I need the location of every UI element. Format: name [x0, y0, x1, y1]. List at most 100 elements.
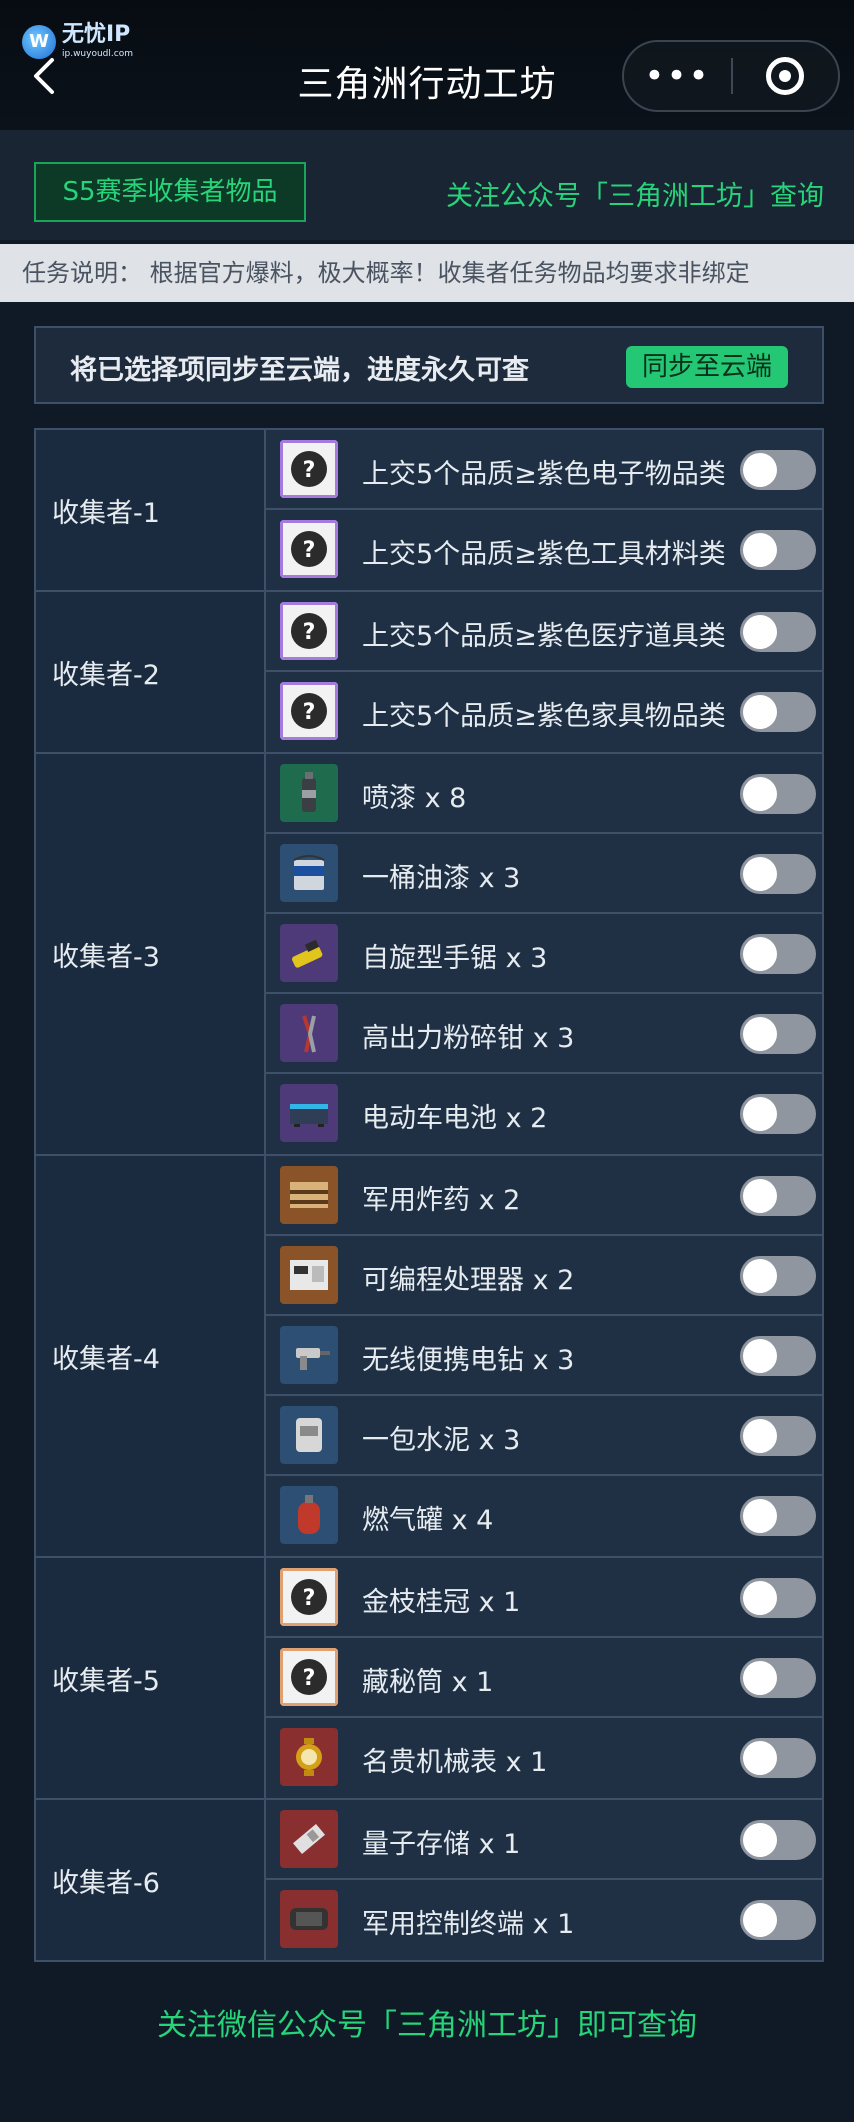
collector-group: 收集者-5 ? 金枝桂冠 x 1 ? 藏秘筒 x 1 名贵机械表 x 1: [36, 1558, 822, 1800]
item-toggle-switch[interactable]: [740, 530, 816, 570]
item-toggle-switch[interactable]: [740, 1094, 816, 1134]
item-toggle-switch[interactable]: [740, 1820, 816, 1860]
gas-tank-icon: [280, 1486, 338, 1544]
item-toggle-switch[interactable]: [740, 1256, 816, 1296]
sync-panel: 将已选择项同步至云端，进度永久可查 同步至云端: [34, 326, 824, 404]
watermark: W 无忧IP ip.wuyoudl.com: [22, 24, 133, 59]
question-icon: ?: [280, 602, 338, 660]
watermark-logo-letter: W: [29, 31, 49, 52]
quantum-storage-icon: [280, 1810, 338, 1868]
collector-item-row: ? 上交5个品质≥紫色工具材料类: [266, 510, 822, 590]
collector-item-row: 军用炸药 x 2: [266, 1156, 822, 1236]
toggle-knob: [743, 1741, 777, 1775]
collector-item-row: ? 藏秘筒 x 1: [266, 1638, 822, 1718]
collector-item-row: 自旋型手锯 x 3: [266, 914, 822, 994]
toggle-knob: [743, 1581, 777, 1615]
hand-saw-icon: [280, 924, 338, 982]
miniprogram-capsule: •••: [622, 40, 840, 112]
toggle-knob: [743, 1661, 777, 1695]
collector-item-label: 名贵机械表 x 1: [362, 1747, 548, 1778]
collector-item-label: 喷漆 x 8: [362, 783, 467, 814]
collector-item-row: 燃气罐 x 4: [266, 1476, 822, 1556]
control-terminal-icon: [280, 1890, 338, 1948]
toggle-knob: [743, 937, 777, 971]
item-toggle-switch[interactable]: [740, 1014, 816, 1054]
collector-group: 收集者-3 喷漆 x 8 一桶油漆 x 3 自旋型手锯 x 3 高出力粉碎钳 x 3 电动…: [36, 754, 822, 1156]
collector-group-name: 收集者-3: [36, 754, 266, 1154]
toggle-knob: [743, 1903, 777, 1937]
watch-icon: [280, 1728, 338, 1786]
collector-item-row: 可编程处理器 x 2: [266, 1236, 822, 1316]
item-toggle-switch[interactable]: [740, 854, 816, 894]
collector-item-row: 名贵机械表 x 1: [266, 1718, 822, 1798]
collector-item-label: 金枝桂冠 x 1: [362, 1587, 521, 1618]
drill-icon: [280, 1326, 338, 1384]
collector-group-name: 收集者-6: [36, 1800, 266, 1960]
task-notice: 任务说明： 根据官方爆料，极大概率！收集者任务物品均要求非绑定: [0, 244, 854, 302]
collector-item-row: 高出力粉碎钳 x 3: [266, 994, 822, 1074]
collector-group-name: 收集者-5: [36, 1558, 266, 1798]
collector-item-label: 上交5个品质≥紫色家具物品类: [362, 701, 726, 732]
item-toggle-switch[interactable]: [740, 692, 816, 732]
item-toggle-switch[interactable]: [740, 1336, 816, 1376]
item-toggle-switch[interactable]: [740, 1416, 816, 1456]
paint-bucket-icon: [280, 844, 338, 902]
season-badge[interactable]: S5赛季收集者物品: [34, 162, 306, 222]
collector-item-label: 上交5个品质≥紫色工具材料类: [362, 539, 726, 570]
item-toggle-switch[interactable]: [740, 450, 816, 490]
toggle-knob: [743, 1419, 777, 1453]
pliers-icon: [280, 1004, 338, 1062]
watermark-title: 无忧IP: [62, 22, 131, 47]
item-toggle-switch[interactable]: [740, 612, 816, 652]
watermark-logo-icon: W: [22, 24, 56, 59]
question-icon: ?: [280, 1568, 338, 1626]
collector-item-label: 上交5个品质≥紫色电子物品类: [362, 459, 726, 490]
cement-bag-icon: [280, 1406, 338, 1464]
item-toggle-switch[interactable]: [740, 1176, 816, 1216]
collector-item-label: 上交5个品质≥紫色医疗道具类: [362, 621, 726, 652]
battery-icon: [280, 1084, 338, 1142]
svg-text:?: ?: [303, 620, 316, 645]
collector-group-name: 收集者-1: [36, 430, 266, 590]
collector-item-label: 燃气罐 x 4: [362, 1505, 494, 1536]
toggle-knob: [743, 1499, 777, 1533]
item-toggle-switch[interactable]: [740, 934, 816, 974]
collector-group: 收集者-6 量子存储 x 1 军用控制终端 x 1: [36, 1800, 822, 1960]
collector-item-label: 无线便携电钻 x 3: [362, 1345, 575, 1376]
collector-item-row: 一桶油漆 x 3: [266, 834, 822, 914]
item-toggle-switch[interactable]: [740, 1738, 816, 1778]
collector-item-row: ? 上交5个品质≥紫色电子物品类: [266, 430, 822, 510]
collector-item-label: 高出力粉碎钳 x 3: [362, 1023, 575, 1054]
sync-to-cloud-button[interactable]: 同步至云端: [626, 346, 788, 388]
processor-icon: [280, 1246, 338, 1304]
collector-item-row: ? 金枝桂冠 x 1: [266, 1558, 822, 1638]
footer-follow-text: 关注微信公众号「三角洲工坊」即可查询: [157, 2008, 697, 2043]
item-toggle-switch[interactable]: [740, 1658, 816, 1698]
svg-text:?: ?: [303, 1586, 316, 1611]
item-toggle-switch[interactable]: [740, 774, 816, 814]
item-toggle-switch[interactable]: [740, 1578, 816, 1618]
collector-item-label: 军用控制终端 x 1: [362, 1909, 575, 1940]
collector-item-label: 量子存储 x 1: [362, 1829, 521, 1860]
header-row: S5赛季收集者物品 关注公众号「三角洲工坊」查询: [0, 130, 854, 240]
more-menu-button[interactable]: •••: [624, 40, 731, 112]
collector-item-row: ? 上交5个品质≥紫色家具物品类: [266, 672, 822, 752]
follow-account-link[interactable]: 关注公众号「三角洲工坊」查询: [446, 174, 824, 213]
toggle-knob: [743, 615, 777, 649]
collector-table: 收集者-1 ? 上交5个品质≥紫色电子物品类 ? 上交5个品质≥紫色工具材料类 收集者…: [34, 428, 824, 1962]
toggle-knob: [743, 777, 777, 811]
spray-can-icon: [280, 764, 338, 822]
toggle-knob: [743, 695, 777, 729]
toggle-knob: [743, 1179, 777, 1213]
collector-item-row: 量子存储 x 1: [266, 1800, 822, 1880]
close-miniprogram-button[interactable]: [733, 57, 838, 95]
collector-item-row: 电动车电池 x 2: [266, 1074, 822, 1154]
collector-item-label: 电动车电池 x 2: [362, 1103, 548, 1134]
collector-item-row: 一包水泥 x 3: [266, 1396, 822, 1476]
collector-group: 收集者-1 ? 上交5个品质≥紫色电子物品类 ? 上交5个品质≥紫色工具材料类: [36, 430, 822, 592]
item-toggle-switch[interactable]: [740, 1496, 816, 1536]
sync-description: 将已选择项同步至云端，进度永久可查: [70, 355, 529, 386]
collector-group: 收集者-2 ? 上交5个品质≥紫色医疗道具类 ? 上交5个品质≥紫色家具物品类: [36, 592, 822, 754]
item-toggle-switch[interactable]: [740, 1900, 816, 1940]
collector-item-row: ? 上交5个品质≥紫色医疗道具类: [266, 592, 822, 672]
